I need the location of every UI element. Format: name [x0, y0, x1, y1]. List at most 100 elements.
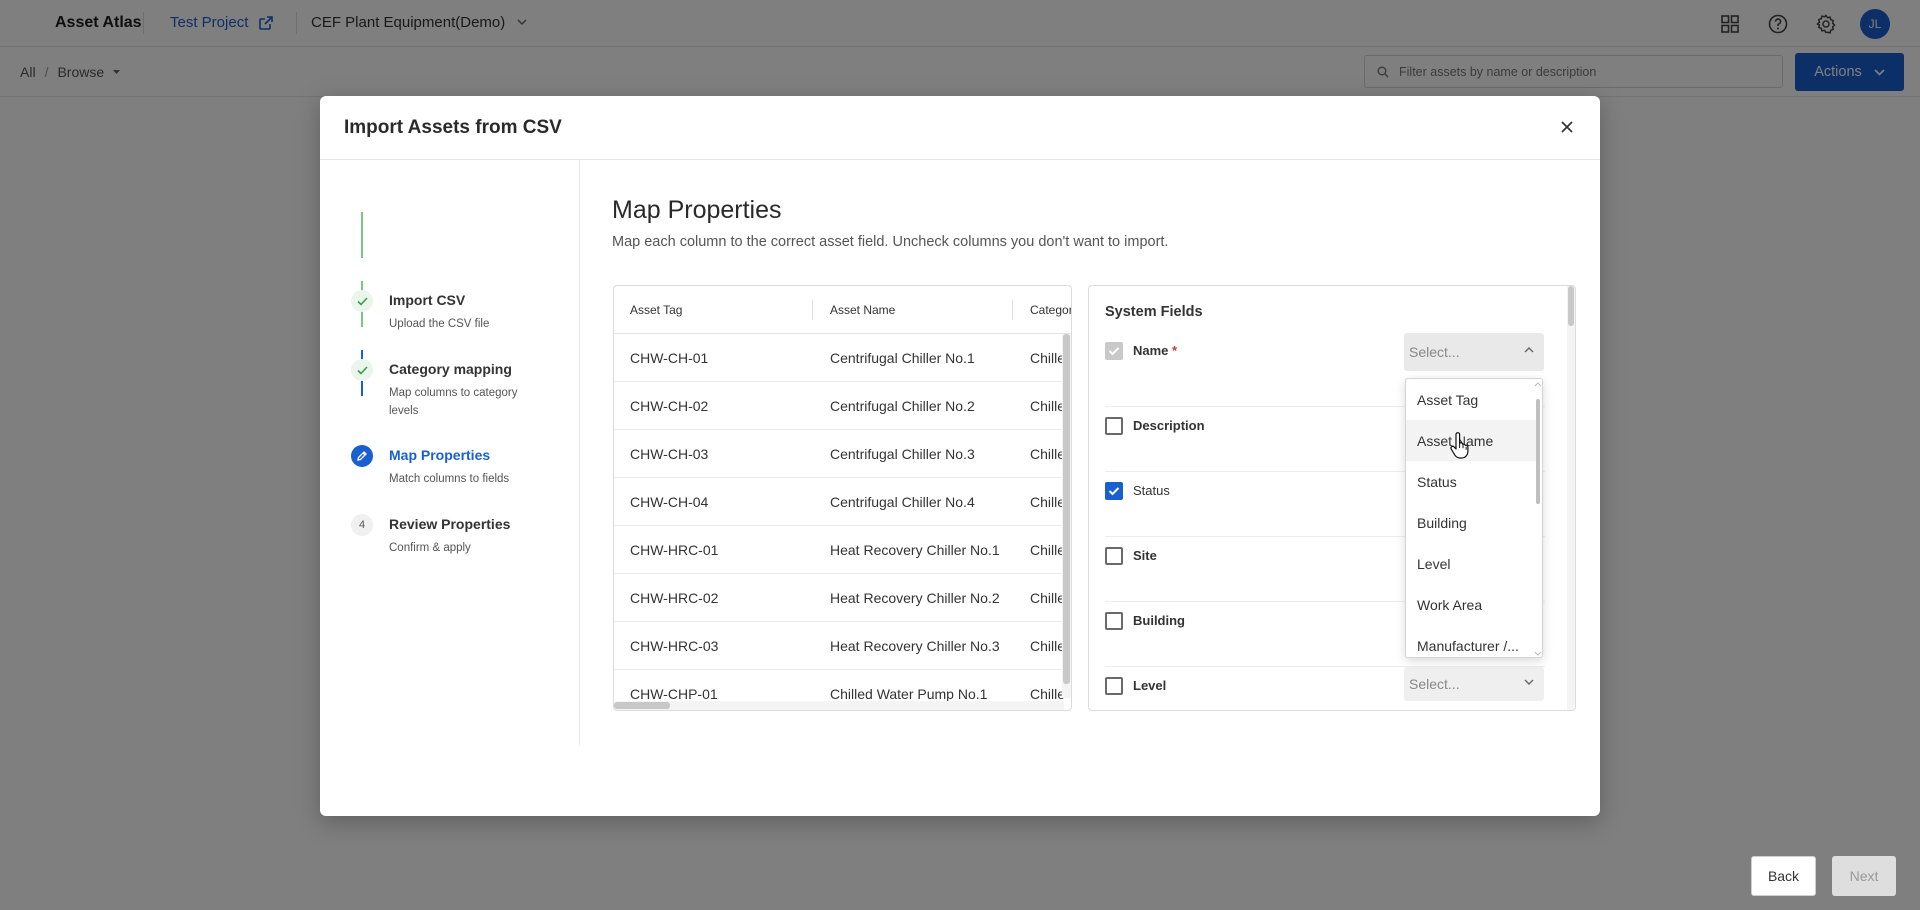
fields-scrollbar[interactable]	[1567, 286, 1575, 710]
field-label: Level	[1133, 678, 1167, 693]
column-resize-handle[interactable]	[812, 300, 813, 320]
cell-asset-tag: CHW-HRC-02	[630, 590, 719, 606]
check-icon	[351, 290, 373, 312]
import-stepper: Import CSV Upload the CSV file Category …	[320, 160, 580, 745]
table-row: CHW-HRC-03 Heat Recovery Chiller No.3 Ch…	[614, 622, 1066, 670]
step-title: Category mapping	[389, 361, 512, 377]
table-row: CHW-CH-03 Centrifugal Chiller No.3 Chill…	[614, 430, 1066, 478]
scrollbar-thumb[interactable]	[614, 702, 670, 709]
dropdown-option-level[interactable]: Level	[1406, 543, 1536, 584]
cell-asset-tag: CHW-CH-01	[630, 350, 709, 366]
scroll-up-arrow-icon	[1534, 382, 1542, 387]
section-description: Map each column to the correct asset fie…	[612, 234, 1169, 250]
table-row: CHW-CH-02 Centrifugal Chiller No.2 Chill…	[614, 382, 1066, 430]
column-header: Asset Tag	[630, 303, 683, 317]
cell-asset-tag: CHW-HRC-03	[630, 638, 719, 654]
step-connector	[361, 212, 363, 258]
table-header: Asset Tag Asset Name Categor	[614, 286, 1071, 334]
level-mapping-select[interactable]: Select...	[1404, 667, 1544, 701]
pencil-icon	[351, 445, 373, 467]
dropdown-option-manufacturer[interactable]: Manufacturer /...	[1406, 625, 1536, 657]
cell-asset-name: Heat Recovery Chiller No.2	[830, 590, 1000, 606]
table-row: CHW-CH-04 Centrifugal Chiller No.4 Chill…	[614, 478, 1066, 526]
scrollbar-thumb[interactable]	[1568, 286, 1574, 326]
cell-asset-name: Chilled Water Pump No.1	[830, 686, 988, 702]
dropdown-option-work-area[interactable]: Work Area	[1406, 584, 1536, 625]
dropdown-option-asset-tag[interactable]: Asset Tag	[1406, 379, 1536, 420]
table-horizontal-scrollbar[interactable]	[614, 701, 1064, 710]
cell-asset-tag: CHW-CH-03	[630, 446, 709, 462]
field-label: Description	[1133, 418, 1205, 433]
step-subtitle: Map columns to category levels	[389, 387, 518, 417]
table-vertical-scrollbar[interactable]	[1062, 334, 1071, 698]
cell-asset-name: Centrifugal Chiller No.1	[830, 350, 975, 366]
back-button[interactable]: Back	[1751, 856, 1816, 896]
field-label: Building	[1133, 613, 1185, 628]
cell-asset-tag: CHW-CHP-01	[630, 686, 718, 702]
cell-asset-name: Heat Recovery Chiller No.3	[830, 638, 1000, 654]
chevron-down-icon	[1524, 679, 1534, 685]
status-checkbox[interactable]	[1105, 482, 1123, 500]
dropdown-option-asset-name[interactable]: Asset Name	[1406, 420, 1536, 461]
step-subtitle: Match columns to fields	[389, 473, 510, 485]
section-title: Map Properties	[612, 196, 782, 224]
field-row-level: Level Select...	[1105, 667, 1545, 710]
cell-category: Chille	[1030, 542, 1066, 558]
dropdown-option-status[interactable]: Status	[1406, 461, 1536, 502]
table-row: CHW-HRC-01 Heat Recovery Chiller No.1 Ch…	[614, 526, 1066, 574]
step-subtitle: Upload the CSV file	[389, 318, 490, 330]
field-label: Status	[1133, 483, 1170, 498]
cell-category: Chille	[1030, 350, 1066, 366]
name-mapping-select[interactable]: Select...	[1404, 333, 1544, 371]
required-marker: *	[1172, 343, 1178, 358]
chevron-up-icon	[1524, 347, 1534, 353]
cell-asset-tag: CHW-HRC-01	[630, 542, 719, 558]
next-button[interactable]: Next	[1832, 856, 1896, 896]
column-resize-handle[interactable]	[1012, 300, 1013, 320]
cell-category: Chille	[1030, 638, 1066, 654]
csv-preview-table: Asset Tag Asset Name Categor CHW-CH-01 C…	[613, 285, 1072, 711]
scrollbar-thumb[interactable]	[1063, 334, 1070, 684]
close-icon[interactable]	[1556, 116, 1578, 138]
scroll-down-arrow-icon	[1534, 651, 1542, 656]
field-label-text: Name	[1133, 343, 1169, 358]
cell-category: Chille	[1030, 686, 1066, 702]
step-subtitle: Confirm & apply	[389, 542, 471, 554]
step-title: Map Properties	[389, 447, 491, 463]
hand-pointer-cursor-icon	[1450, 432, 1469, 459]
step-title: Import CSV	[389, 292, 466, 308]
dropdown-option-building[interactable]: Building	[1406, 502, 1536, 543]
table-row: CHW-HRC-02 Heat Recovery Chiller No.2 Ch…	[614, 574, 1066, 622]
select-placeholder: Select...	[1409, 344, 1460, 360]
field-label: Name *	[1133, 343, 1177, 358]
name-checkbox	[1105, 342, 1123, 360]
table-row: CHW-CH-01 Centrifugal Chiller No.1 Chill…	[614, 334, 1066, 382]
cell-category: Chille	[1030, 446, 1066, 462]
building-checkbox[interactable]	[1105, 612, 1123, 630]
column-header: Categor	[1030, 303, 1072, 317]
description-checkbox[interactable]	[1105, 417, 1123, 435]
select-placeholder: Select...	[1409, 676, 1460, 692]
cell-asset-tag: CHW-CH-02	[630, 398, 709, 414]
scrollbar-thumb[interactable]	[1536, 399, 1540, 504]
step-number: 4	[351, 514, 373, 536]
modal-header: Import Assets from CSV	[320, 96, 1600, 160]
field-label: Site	[1133, 548, 1157, 563]
cell-asset-name: Heat Recovery Chiller No.1	[830, 542, 1000, 558]
cell-asset-tag: CHW-CH-04	[630, 494, 709, 510]
panel-title: System Fields	[1105, 304, 1203, 320]
cell-asset-name: Centrifugal Chiller No.2	[830, 398, 975, 414]
field-mapping-dropdown: Asset Tag Asset Name Status Building Lev…	[1405, 378, 1543, 658]
cell-asset-name: Centrifugal Chiller No.4	[830, 494, 975, 510]
cell-category: Chille	[1030, 398, 1066, 414]
check-icon	[351, 359, 373, 381]
cell-asset-name: Centrifugal Chiller No.3	[830, 446, 975, 462]
cell-category: Chille	[1030, 494, 1066, 510]
site-checkbox[interactable]	[1105, 547, 1123, 565]
step-title: Review Properties	[389, 516, 511, 532]
level-checkbox[interactable]	[1105, 677, 1123, 695]
column-header: Asset Name	[830, 303, 896, 317]
modal-title: Import Assets from CSV	[344, 117, 562, 138]
dropdown-scrollbar[interactable]	[1534, 379, 1542, 657]
cell-category: Chille	[1030, 590, 1066, 606]
